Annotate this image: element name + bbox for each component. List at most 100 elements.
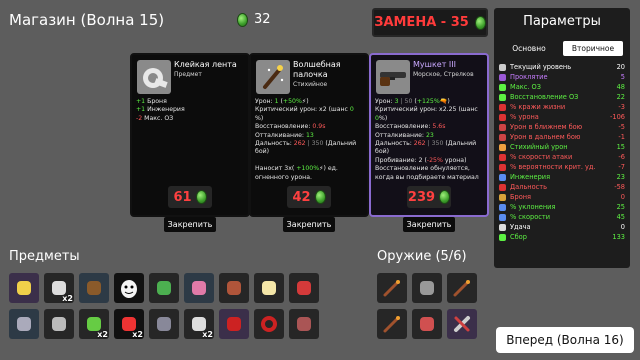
desc-segment: 262 <box>413 140 426 148</box>
reroll-label: ЗАМЕНА - 35 <box>374 15 469 30</box>
stat-value: 22 <box>616 93 625 101</box>
stat-row: Удача 0 <box>499 222 625 232</box>
inventory-slot[interactable] <box>289 273 319 303</box>
stat-icon <box>499 203 506 211</box>
card-title: Волшебная палочка Стихийное <box>293 60 365 89</box>
inventory-slot[interactable] <box>149 273 179 303</box>
inventory-slot[interactable]: x2 <box>184 309 214 339</box>
lock-button[interactable]: Закрепить <box>164 217 216 232</box>
claw-icon <box>223 313 245 335</box>
card-price[interactable]: 239 <box>407 186 451 208</box>
card-description: Урон: 1 (+50%⚡) Критический урон: x2 (шан… <box>255 98 365 182</box>
parameters-title: Параметры <box>523 14 601 29</box>
stat-row: Инженерия 23 <box>499 172 625 182</box>
inventory-slot[interactable] <box>219 309 249 339</box>
desc-segment: Пробивание: 2 ( <box>375 156 427 164</box>
stat-label: Макс. ОЗ <box>510 83 541 91</box>
stat-row: Макс. ОЗ 48 <box>499 82 625 92</box>
inventory-slot[interactable] <box>219 273 249 303</box>
desc-segment: 5.6s <box>432 123 446 131</box>
inventory-slot[interactable] <box>447 309 477 339</box>
desc-segment: Урон: <box>375 98 395 105</box>
inventory-slot[interactable] <box>79 273 109 303</box>
stat-icon <box>499 83 506 91</box>
inventory-slot[interactable] <box>254 273 284 303</box>
desc-segment: 🔫) <box>439 98 450 105</box>
card-name: Мушкет III <box>413 60 456 69</box>
inventory-slot[interactable]: x2 <box>44 273 74 303</box>
item-count: x2 <box>202 330 213 339</box>
inventory-slot[interactable] <box>114 273 144 303</box>
stat-row: Стихийный урон 15 <box>499 142 625 152</box>
stat-icon <box>499 183 506 191</box>
desc-segment: 23 <box>425 131 434 139</box>
stat-label: Броня <box>510 193 532 201</box>
stat-icon <box>499 213 506 221</box>
inventory-slot[interactable]: x2 <box>114 309 144 339</box>
desc-segment: %) <box>255 114 264 122</box>
next-wave-button[interactable]: Вперед (Волна 16) <box>496 327 634 353</box>
desc-segment: Восстановление: <box>255 123 313 131</box>
shop-card[interactable]: Мушкет III Морское, Стрелков Урон: 3 | 50 … <box>369 53 489 217</box>
tab-secondary[interactable]: Вторичное <box>563 41 623 56</box>
inventory-slot[interactable] <box>377 273 407 303</box>
stat-row: % урона -106 <box>499 112 625 122</box>
stat-value: -58 <box>614 183 625 191</box>
stat-value: 5 <box>620 73 625 81</box>
parameters-panel: Параметры Основно Вторичное Текущий уров… <box>494 8 630 268</box>
shop-card[interactable]: Волшебная палочка Стихийное Урон: 1 (+50%⚡… <box>249 53 369 217</box>
card-type: Предмет <box>174 71 202 78</box>
inventory-slot[interactable] <box>184 273 214 303</box>
stat-label: % вероятности крит. уд. <box>510 163 596 171</box>
card-type: Стихийное <box>293 81 328 88</box>
desc-segment: 0.9s <box>312 123 326 131</box>
wand2-weapon-icon <box>451 277 473 299</box>
card-price[interactable]: 61 <box>168 186 212 208</box>
inventory-slot[interactable] <box>254 309 284 339</box>
inventory-slot[interactable] <box>9 309 39 339</box>
stat-label: Дальность <box>510 183 547 191</box>
stat-value: 45 <box>616 213 625 221</box>
stat-value: -7 <box>618 163 625 171</box>
lock-button[interactable]: Закрепить <box>283 217 335 232</box>
stat-value: 133 <box>612 233 625 241</box>
card-price[interactable]: 42 <box>287 186 331 208</box>
tape-icon <box>137 60 171 94</box>
card-description: +1 Броня +1 Инженерия -2 Макс. ОЗ <box>136 98 246 123</box>
stat-icon <box>499 233 506 241</box>
inventory-slot[interactable] <box>289 309 319 339</box>
inventory-slot[interactable]: x2 <box>79 309 109 339</box>
desc-segment: +1 <box>136 106 146 114</box>
stat-label: Сбор <box>510 233 527 241</box>
musket-icon <box>376 60 410 94</box>
stat-value: -6 <box>618 153 625 161</box>
shop-card[interactable]: Клейкая лента Предмет +1 Броня +1 Инженерия… <box>130 53 250 217</box>
lock-button[interactable]: Закрепить <box>403 217 455 232</box>
stat-icon <box>499 223 506 231</box>
card-description: Урон: 3 | 50 (+125%🔫) Критический урон: x… <box>375 98 485 182</box>
stat-label: Восстановление ОЗ <box>510 93 579 101</box>
stat-label: Удача <box>510 223 531 231</box>
stat-row: % вероятности крит. уд. -7 <box>499 162 625 172</box>
coin-amount: 32 <box>254 12 271 27</box>
reroll-button[interactable]: ЗАМЕНА - 35 <box>372 8 488 37</box>
inventory-slot[interactable] <box>44 309 74 339</box>
desc-segment: Наносит 3x( <box>255 165 297 173</box>
stat-row: Восстановление ОЗ 22 <box>499 92 625 102</box>
tab-primary[interactable]: Основно <box>499 41 559 56</box>
card-name: Волшебная палочка <box>293 60 341 79</box>
item-count: x2 <box>132 330 143 339</box>
card-title: Мушкет III Морское, Стрелков <box>413 60 485 79</box>
desc-segment: %) <box>378 114 388 122</box>
stat-label: Инженерия <box>510 173 551 181</box>
inventory-slot[interactable] <box>447 273 477 303</box>
inventory-slot[interactable] <box>377 309 407 339</box>
inventory-slot[interactable] <box>412 309 442 339</box>
stat-row: Урон в ближнем бою -5 <box>499 122 625 132</box>
desc-segment: | 350 <box>305 140 324 148</box>
inventory-slot[interactable] <box>412 273 442 303</box>
inventory-slot[interactable] <box>149 309 179 339</box>
stat-row: Дальность -58 <box>499 182 625 192</box>
inventory-slot[interactable] <box>9 273 39 303</box>
wand-weapon-icon <box>381 277 403 299</box>
